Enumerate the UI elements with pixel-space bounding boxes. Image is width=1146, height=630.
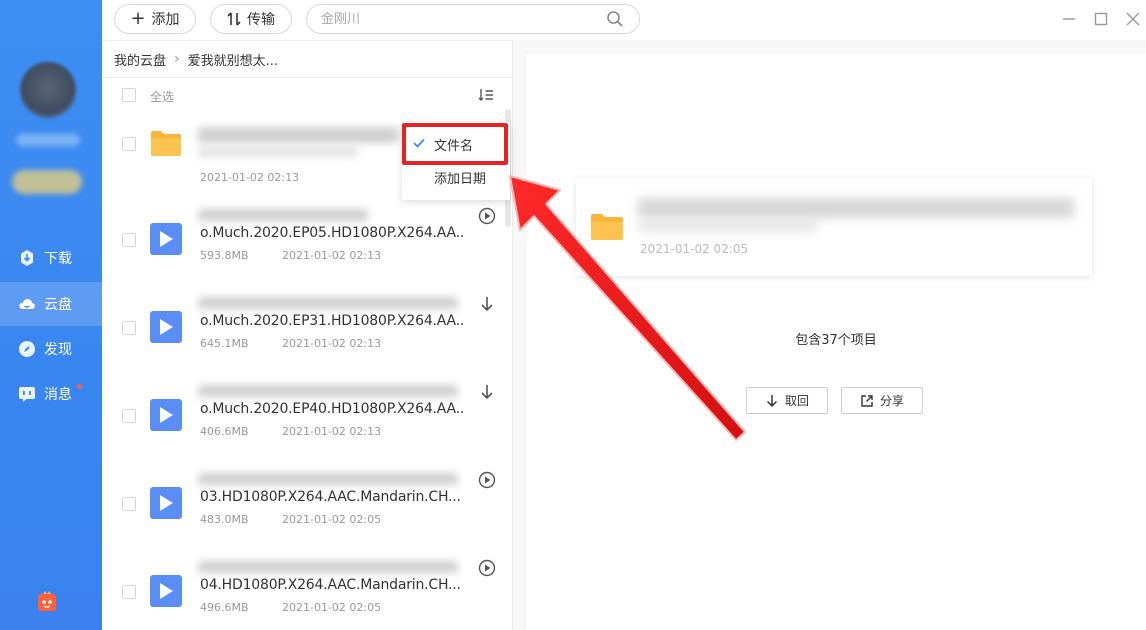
game-icon[interactable] [37, 590, 57, 612]
cloud-icon [19, 299, 35, 309]
share-icon [861, 394, 873, 407]
sidebar-item-label: 消息 [44, 387, 72, 403]
plus-icon: + [130, 8, 146, 29]
list-item[interactable]: o.Much.2020.EP31.HD1080P.X264.AA... 645.… [102, 285, 512, 373]
list-header: 全选 [102, 79, 512, 113]
row-checkbox[interactable] [122, 585, 136, 599]
file-name: o.Much.2020.EP31.HD1080P.X264.AA... [200, 313, 464, 329]
close-icon[interactable] [1124, 10, 1142, 28]
filename-blurred [198, 127, 398, 143]
file-size: 593.8MB [200, 249, 249, 262]
avatar[interactable] [20, 62, 76, 118]
folder-icon [591, 214, 623, 240]
file-name: 03.HD1080P.X264.AAC.Mandarin.CH... [200, 489, 461, 505]
sidebar-item-label: 发现 [44, 342, 72, 358]
file-name: 04.HD1080P.X264.AAC.Mandarin.CH... [200, 577, 461, 593]
share-button[interactable]: 分享 [841, 387, 923, 414]
unread-dot [77, 384, 82, 389]
file-size: 406.6MB [200, 425, 249, 438]
breadcrumb-current: 爱我就别想太... [187, 53, 279, 69]
sidebar-item-label: 下载 [44, 251, 72, 267]
select-all-label: 全选 [150, 90, 175, 104]
row-checkbox[interactable] [122, 233, 136, 247]
sort-icon[interactable] [478, 87, 494, 103]
folder-name-blurred [638, 198, 1074, 218]
list-item[interactable]: o.Much.2020.EP05.HD1080P.X264.AA... 593.… [102, 197, 512, 285]
filename-blurred [198, 561, 458, 573]
folder-icon [151, 131, 181, 156]
sidebar-item-label: 云盘 [44, 297, 72, 313]
compass-icon [19, 341, 35, 357]
video-file-icon [150, 575, 182, 607]
file-size: 496.6MB [200, 601, 249, 614]
filename-blurred [198, 385, 458, 397]
play-icon[interactable] [478, 207, 496, 225]
row-checkbox[interactable] [122, 409, 136, 423]
sidebar-item-discover[interactable]: 发现 [0, 327, 102, 371]
file-size: 645.1MB [200, 337, 249, 350]
vip-badge-blurred[interactable] [12, 170, 82, 194]
file-date: 2021-01-02 02:05 [282, 513, 382, 526]
folder-name-blurred [638, 220, 818, 232]
play-icon[interactable] [478, 559, 496, 577]
list-item[interactable]: 04.HD1080P.X264.AAC.Mandarin.CH... 496.6… [102, 549, 512, 630]
download-arrow-icon [766, 394, 778, 407]
video-file-icon [150, 311, 182, 343]
sort-option-date-added[interactable]: 添加日期 [402, 161, 510, 193]
list-item[interactable]: 03.HD1080P.X264.AAC.Mandarin.CH... 483.0… [102, 461, 512, 549]
video-file-icon [150, 399, 182, 431]
search-input[interactable] [306, 4, 640, 34]
row-checkbox[interactable] [122, 137, 136, 151]
transfer-icon [227, 12, 241, 26]
retrieve-button[interactable]: 取回 [746, 387, 828, 414]
filename-blurred [198, 209, 368, 221]
select-all-checkbox[interactable] [122, 88, 136, 102]
item-count: 包含37个项目 [795, 333, 877, 348]
row-checkbox[interactable] [122, 497, 136, 511]
file-size: 483.0MB [200, 513, 249, 526]
video-file-icon [150, 487, 182, 519]
file-date: 2021-01-02 02:13 [200, 171, 300, 184]
play-icon[interactable] [478, 471, 496, 489]
chevron-right-icon: › [174, 51, 180, 67]
file-date: 2021-01-02 02:13 [282, 425, 382, 438]
filename-blurred [198, 473, 458, 485]
annotation-highlight-box [402, 123, 508, 165]
search-icon[interactable] [606, 10, 624, 28]
file-date: 2021-01-02 02:05 [282, 601, 382, 614]
maximize-icon[interactable] [1092, 10, 1110, 28]
breadcrumb: 我的云盘 › 爱我就别想太... [102, 40, 512, 78]
filename-blurred [198, 297, 458, 309]
filename-blurred [198, 147, 358, 157]
top-toolbar: + 添加 传输 [102, 0, 1146, 40]
download-icon [21, 250, 33, 266]
sidebar-item-messages[interactable]: 消息 [0, 372, 102, 416]
file-name: o.Much.2020.EP05.HD1080P.X264.AA... [200, 225, 464, 241]
folder-date: 2021-01-02 02:05 [640, 242, 749, 256]
username-blurred [16, 134, 80, 146]
sidebar-item-cloud[interactable]: 云盘 [0, 282, 102, 326]
transfer-button[interactable]: 传输 [210, 4, 292, 34]
file-name: o.Much.2020.EP40.HD1080P.X264.AA... [200, 401, 464, 417]
file-date: 2021-01-02 02:13 [282, 249, 382, 262]
breadcrumb-root[interactable]: 我的云盘 [114, 50, 166, 69]
sidebar-item-download[interactable]: 下载 [0, 236, 102, 280]
message-icon [19, 387, 35, 402]
video-file-icon [150, 223, 182, 255]
add-button[interactable]: + 添加 [114, 4, 196, 34]
list-item[interactable]: o.Much.2020.EP40.HD1080P.X264.AA... 406.… [102, 373, 512, 461]
folder-detail-card: 2021-01-02 02:05 [576, 178, 1092, 276]
sidebar: 下载 云盘 发现 消息 [0, 0, 102, 630]
minimize-icon[interactable] [1060, 10, 1078, 28]
download-arrow-icon[interactable] [478, 383, 496, 401]
row-checkbox[interactable] [122, 321, 136, 335]
file-date: 2021-01-02 02:13 [282, 337, 382, 350]
download-arrow-icon[interactable] [478, 295, 496, 313]
